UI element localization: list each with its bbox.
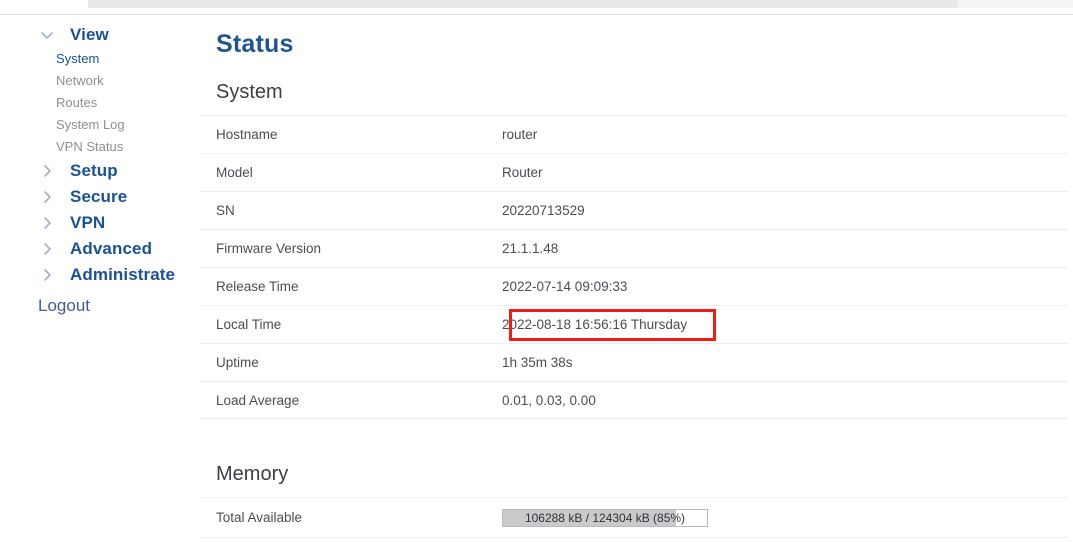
sidebar-item-system-log[interactable]: System Log — [0, 114, 200, 136]
sidebar-group-label: Advanced — [70, 239, 153, 258]
section-heading-memory: Memory — [216, 463, 289, 485]
row-value — [502, 538, 708, 542]
progress-bar-label: 106288 kB / 124304 kB (85%) — [524, 510, 686, 525]
sidebar-group-label: Administrate — [70, 265, 176, 284]
memory-info-table: Total Available 106288 kB / 124304 kB (85… — [200, 497, 1068, 542]
table-row: Uptime 1h 35m 38s — [200, 343, 1068, 381]
section-heading-system: System — [216, 81, 283, 103]
row-label: Local Time — [216, 317, 282, 332]
top-chrome-strip — [0, 0, 1073, 8]
top-divider — [0, 14, 1073, 15]
system-info-table: Hostname router Model Router SN 20220713529 Fi… — [200, 115, 1068, 419]
sidebar-group-label: VPN — [70, 213, 106, 232]
sidebar-item-system[interactable]: System — [0, 48, 200, 70]
row-label: Uptime — [216, 355, 259, 370]
row-value: Router — [502, 165, 543, 180]
row-value: 2022-07-14 09:09:33 — [502, 279, 628, 294]
browser-page: View System Network Routes System Log VPN Sta… — [0, 0, 1073, 542]
top-chrome-right-segment — [958, 0, 1073, 8]
sidebar-group-setup[interactable]: Setup — [0, 158, 200, 184]
row-label: Firmware Version — [216, 241, 322, 256]
chevron-down-icon — [41, 32, 53, 39]
row-value: 1h 35m 38s — [502, 355, 573, 370]
table-row: Total Available 106288 kB / 124304 kB (85… — [200, 497, 1068, 537]
table-row: Local Time 2022-08-18 16:56:16 Thursday — [200, 305, 1068, 343]
table-row: Load Average 0.01, 0.03, 0.00 — [200, 381, 1068, 419]
row-value: 20220713529 — [502, 203, 585, 218]
sidebar-item-vpn-status[interactable]: VPN Status — [0, 136, 200, 158]
sidebar-group-secure[interactable]: Secure — [0, 184, 200, 210]
row-label: SN — [216, 203, 235, 218]
row-label: Load Average — [216, 392, 300, 408]
row-label: Hostname — [216, 127, 278, 142]
sidebar-item-routes[interactable]: Routes — [0, 92, 200, 114]
table-row: Hostname router — [200, 115, 1068, 153]
sidebar-group-label: Setup — [70, 161, 118, 180]
sidebar-nav: View System Network Routes System Log VPN Sta… — [0, 16, 200, 542]
chevron-right-icon — [44, 191, 51, 203]
top-chrome-left-gap — [0, 0, 88, 8]
sidebar-group-label: Secure — [70, 187, 128, 206]
row-value: router — [502, 127, 538, 142]
sidebar-group-advanced[interactable]: Advanced — [0, 236, 200, 262]
page-title: Status — [216, 30, 294, 58]
sidebar-subitems: System Network Routes System Log VPN Status — [0, 48, 200, 158]
logout-link[interactable]: Logout — [0, 293, 200, 319]
main-content: Status System Hostname router Model Router S… — [200, 16, 1073, 542]
chevron-right-icon — [44, 243, 51, 255]
memory-progress-bar: 106288 kB / 124304 kB (85%) — [502, 508, 708, 527]
row-label: Model — [216, 165, 253, 180]
row-value: 2022-08-18 16:56:16 Thursday — [502, 317, 688, 332]
table-row: SN 20220713529 — [200, 191, 1068, 229]
sidebar-group-administrate[interactable]: Administrate — [0, 262, 200, 288]
table-row: Release Time 2022-07-14 09:09:33 — [200, 267, 1068, 305]
chevron-right-icon — [44, 217, 51, 229]
sidebar-group-view[interactable]: View — [0, 22, 200, 48]
row-value: 106288 kB / 124304 kB (85%) — [502, 508, 708, 527]
table-row: Firmware Version 21.1.1.48 — [200, 229, 1068, 267]
table-row — [200, 537, 1068, 542]
sidebar-item-network[interactable]: Network — [0, 70, 200, 92]
row-label: Release Time — [216, 279, 299, 294]
sidebar-group-vpn[interactable]: VPN — [0, 210, 200, 236]
row-label: Total Available — [216, 510, 303, 525]
chevron-right-icon — [44, 269, 51, 281]
table-row: Model Router — [200, 153, 1068, 191]
sidebar-group-label: View — [70, 25, 109, 44]
chevron-right-icon — [44, 165, 51, 177]
row-value: 21.1.1.48 — [502, 241, 559, 256]
row-value: 0.01, 0.03, 0.00 — [502, 392, 596, 408]
